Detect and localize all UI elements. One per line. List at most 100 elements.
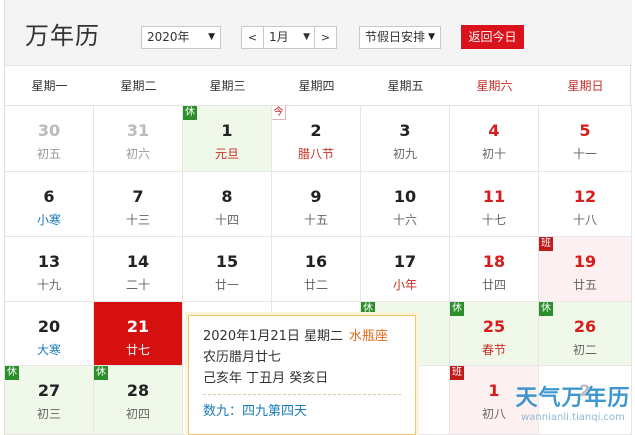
- weekday-label: 星期四: [298, 79, 335, 93]
- lunar-label: 初六: [125, 147, 150, 161]
- day-number: 28: [126, 381, 150, 400]
- calendar-day-cell[interactable]: 26 初二 休: [539, 302, 632, 366]
- lunar-label: 春节: [481, 343, 506, 357]
- lunar-label: 廿五: [572, 278, 597, 292]
- lunar-label: 十五: [303, 213, 328, 227]
- calendar-day-cell[interactable]: 5 十一: [539, 106, 632, 172]
- rest-day-badge: 休: [5, 366, 19, 380]
- rest-day-badge: 休: [450, 302, 464, 316]
- weekday-label: 星期二: [120, 79, 157, 93]
- calendar-day-cell[interactable]: 13 十九: [5, 237, 94, 302]
- day-number: 30: [37, 121, 61, 140]
- day-number: 14: [126, 252, 150, 271]
- day-number: 26: [573, 317, 597, 336]
- day-number: 9: [310, 187, 322, 206]
- calendar-day-cell[interactable]: 4 初十: [450, 106, 539, 172]
- lunar-label: 廿四: [481, 278, 506, 292]
- month-selector: < 1月 ▼ >: [241, 26, 337, 49]
- dropdown-arrow-icon: ▼: [208, 32, 215, 42]
- lunar-label: 初三: [36, 407, 61, 421]
- weekday-header-row: 星期一 星期二 星期三 星期四 星期五 星期六 星期日: [5, 66, 632, 106]
- calendar-day-cell[interactable]: 30 初五: [5, 106, 94, 172]
- lunar-label: 小年: [392, 278, 417, 292]
- day-number: 4: [488, 121, 500, 140]
- holiday-select[interactable]: 节假日安排 ▼: [359, 26, 441, 49]
- back-to-today-button[interactable]: 返回今日: [461, 25, 524, 49]
- popup-zodiac-sign: 水瓶座: [349, 329, 389, 344]
- calendar-day-cell[interactable]: 2 腊八节 今: [272, 106, 361, 172]
- popup-date: 2020年1月21日 星期二: [203, 329, 344, 344]
- calendar-day-cell[interactable]: 11 十七: [450, 172, 539, 237]
- calendar-day-cell[interactable]: 12 十八: [539, 172, 632, 237]
- weekday-label: 星期五: [387, 79, 424, 93]
- day-number: 19: [573, 252, 597, 271]
- calendar-frame: 万年历 2020年 ▼ < 1月 ▼ > 节假日安排 ▼ 返回今日 星期一 星期二…: [4, 0, 632, 435]
- day-number: 25: [482, 317, 506, 336]
- page-title: 万年历: [25, 22, 100, 50]
- calendar-day-cell[interactable]: 21 廿七: [94, 302, 183, 366]
- calendar-day-cell[interactable]: 6 小寒: [5, 172, 94, 237]
- lunar-label: 元旦: [214, 147, 239, 161]
- popup-date-line: 2020年1月21日 星期二 水瓶座: [203, 326, 401, 347]
- lunar-label: 大寒: [36, 343, 61, 357]
- lunar-label: 廿七: [125, 343, 150, 357]
- weekday-label: 星期一: [31, 79, 68, 93]
- year-select-value: 2020年: [147, 30, 190, 44]
- lunar-label: 十三: [125, 213, 150, 227]
- rest-day-badge: 休: [361, 302, 375, 316]
- day-number: 7: [132, 187, 144, 206]
- site-watermark: 天气万年历 wannianli.tianqi.com: [509, 386, 635, 424]
- calendar-day-cell[interactable]: 28 初四 休: [94, 366, 183, 435]
- lunar-label: 初九: [392, 147, 417, 161]
- day-number: 18: [482, 252, 506, 271]
- calendar-day-cell[interactable]: 18 廿四: [450, 237, 539, 302]
- prev-month-button[interactable]: <: [242, 27, 264, 48]
- lunar-label: 廿二: [303, 278, 328, 292]
- next-month-button[interactable]: >: [314, 27, 336, 48]
- popup-lunar-date: 农历腊月廿七: [203, 350, 282, 365]
- year-select[interactable]: 2020年 ▼: [141, 26, 221, 49]
- day-number: 17: [393, 252, 417, 271]
- month-select-value: 1月: [269, 30, 289, 44]
- calendar-header: 万年历 2020年 ▼ < 1月 ▼ > 节假日安排 ▼ 返回今日: [5, 0, 632, 66]
- calendar-day-cell[interactable]: 7 十三: [94, 172, 183, 237]
- weekday-label: 星期六: [476, 79, 513, 93]
- calendar-day-cell[interactable]: 1 元旦 休: [183, 106, 272, 172]
- calendar-day-cell[interactable]: 3 初九: [361, 106, 450, 172]
- day-number: 15: [215, 252, 239, 271]
- calendar-day-cell[interactable]: 10 十六: [361, 172, 450, 237]
- calendar-day-cell[interactable]: 16 廿二: [272, 237, 361, 302]
- lunar-label: 小寒: [36, 213, 61, 227]
- calendar-day-cell[interactable]: 8 十四: [183, 172, 272, 237]
- month-select[interactable]: 1月 ▼: [264, 27, 314, 48]
- calendar-day-cell[interactable]: 17 小年: [361, 237, 450, 302]
- day-detail-popup: 2020年1月21日 星期二 水瓶座 农历腊月廿七 己亥年 丁丑月 癸亥日 数九：…: [188, 315, 416, 435]
- day-number: 11: [482, 187, 506, 206]
- day-number: 6: [43, 187, 55, 206]
- calendar-day-cell[interactable]: 27 初三 休: [5, 366, 94, 435]
- watermark-logo: 天气万年历: [515, 386, 631, 411]
- lunar-label: 初四: [125, 407, 150, 421]
- calendar-day-cell[interactable]: 19 廿五 班: [539, 237, 632, 302]
- lunar-label: 十八: [572, 213, 597, 227]
- day-number: 13: [37, 252, 61, 271]
- day-number: 20: [37, 317, 61, 336]
- rest-day-badge: 休: [539, 302, 553, 316]
- lunar-label: 腊八节: [297, 147, 334, 161]
- work-day-badge: 班: [450, 366, 464, 380]
- day-number: 10: [393, 187, 417, 206]
- weekday-label: 星期三: [209, 79, 246, 93]
- calendar-day-cell[interactable]: 14 二十: [94, 237, 183, 302]
- day-number: 21: [126, 317, 150, 336]
- day-number: 1: [221, 121, 233, 140]
- calendar-day-cell[interactable]: 20 大寒: [5, 302, 94, 366]
- calendar-day-cell[interactable]: 9 十五: [272, 172, 361, 237]
- holiday-select-value: 节假日安排: [365, 30, 426, 44]
- day-number: 31: [126, 121, 150, 140]
- calendar-day-cell[interactable]: 31 初六: [94, 106, 183, 172]
- calendar-day-cell[interactable]: 25 春节 休: [450, 302, 539, 366]
- watermark-url: wannianli.tianqi.com: [521, 412, 625, 423]
- day-number: 5: [579, 121, 591, 140]
- calendar-day-cell[interactable]: 15 廿一: [183, 237, 272, 302]
- day-number: 12: [573, 187, 597, 206]
